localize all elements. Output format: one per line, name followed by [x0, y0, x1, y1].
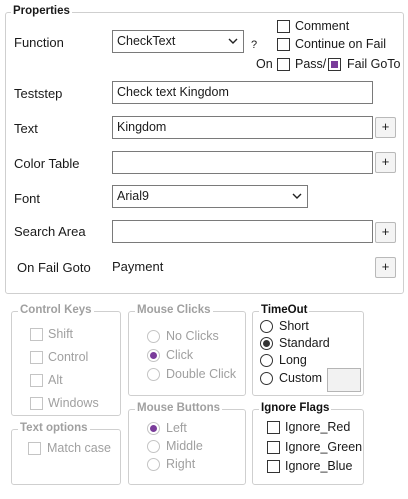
pass-label: Pass/: [295, 57, 327, 71]
timeout-legend: TimeOut: [259, 304, 310, 316]
color-table-label: Color Table: [14, 156, 80, 171]
middle-radio[interactable]: [147, 440, 160, 453]
ignore-green-checkbox[interactable]: [267, 441, 280, 454]
left-label: Left: [166, 421, 187, 435]
on-fail-goto-label: On Fail Goto: [17, 260, 91, 275]
font-label: Font: [14, 191, 41, 206]
color-table-input[interactable]: [112, 151, 373, 174]
teststep-label: Teststep: [14, 86, 63, 101]
double-click-radio[interactable]: [147, 368, 160, 381]
ignore-green-label: Ignore_Green: [285, 440, 363, 454]
alt-label: Alt: [48, 373, 63, 387]
function-select[interactable]: CheckText: [112, 30, 244, 53]
standard-label: Standard: [279, 336, 330, 350]
ignore-red-checkbox[interactable]: [267, 421, 280, 434]
shift-label: Shift: [48, 327, 74, 341]
ignore-blue-label: Ignore_Blue: [285, 459, 353, 473]
chevron-down-icon: [292, 193, 302, 199]
search-area-input[interactable]: [112, 220, 373, 243]
shift-checkbox[interactable]: [30, 328, 43, 341]
click-label: Click: [166, 348, 194, 362]
ignore-red-label: Ignore_Red: [285, 420, 351, 434]
function-select-value: CheckText: [117, 34, 176, 48]
custom-label: Custom: [279, 371, 323, 385]
match-case-label: Match case: [47, 441, 111, 455]
continue-on-fail-label: Continue on Fail: [295, 37, 387, 51]
on-fail-goto-value: Payment: [112, 259, 164, 274]
text-options-group: [11, 429, 121, 485]
text-label: Text: [14, 121, 38, 136]
pass-checkbox[interactable]: [277, 58, 290, 71]
short-radio[interactable]: [260, 320, 273, 333]
font-select[interactable]: Arial9: [112, 185, 308, 208]
function-help-mark: ?: [251, 39, 258, 51]
color-table-add-button[interactable]: +: [375, 152, 396, 173]
no-clicks-radio[interactable]: [147, 330, 160, 343]
left-radio[interactable]: [147, 422, 160, 435]
alt-checkbox[interactable]: [30, 374, 43, 387]
text-input[interactable]: Kingdom: [112, 116, 373, 139]
mouse-buttons-legend: Mouse Buttons: [135, 402, 223, 414]
right-label: Right: [166, 457, 196, 471]
text-add-button[interactable]: +: [375, 117, 396, 138]
ignore-blue-checkbox[interactable]: [267, 460, 280, 473]
no-clicks-label: No Clicks: [166, 329, 219, 343]
fail-goto-label: Fail GoTo: [347, 57, 401, 71]
windows-label: Windows: [48, 396, 99, 410]
windows-checkbox[interactable]: [30, 397, 43, 410]
custom-timeout-input[interactable]: [327, 368, 361, 392]
right-radio[interactable]: [147, 458, 160, 471]
text-options-legend: Text options: [18, 422, 90, 434]
ignore-flags-legend: Ignore Flags: [259, 402, 332, 414]
control-label: Control: [48, 350, 89, 364]
search-area-add-button[interactable]: +: [375, 222, 396, 243]
search-area-label: Search Area: [14, 224, 86, 239]
teststep-input[interactable]: Check text Kingdom: [112, 81, 373, 104]
double-click-label: Double Click: [166, 367, 237, 381]
comment-label: Comment: [295, 19, 350, 33]
chevron-down-icon: [228, 38, 238, 44]
match-case-checkbox[interactable]: [28, 442, 41, 455]
long-radio[interactable]: [260, 354, 273, 367]
on-label: On: [256, 57, 273, 71]
mouse-clicks-legend: Mouse Clicks: [135, 304, 213, 316]
properties-legend: Properties: [11, 5, 72, 17]
control-keys-legend: Control Keys: [18, 304, 94, 316]
standard-radio[interactable]: [260, 337, 273, 350]
fail-goto-checkbox[interactable]: [328, 58, 341, 71]
short-label: Short: [279, 319, 309, 333]
middle-label: Middle: [166, 439, 203, 453]
long-label: Long: [279, 353, 307, 367]
on-fail-goto-add-button[interactable]: +: [375, 257, 396, 278]
continue-on-fail-checkbox[interactable]: [277, 38, 290, 51]
control-checkbox[interactable]: [30, 351, 43, 364]
comment-checkbox[interactable]: [277, 20, 290, 33]
function-label: Function: [14, 35, 64, 50]
custom-radio[interactable]: [260, 372, 273, 385]
font-select-value: Arial9: [117, 189, 149, 203]
click-radio[interactable]: [147, 349, 160, 362]
